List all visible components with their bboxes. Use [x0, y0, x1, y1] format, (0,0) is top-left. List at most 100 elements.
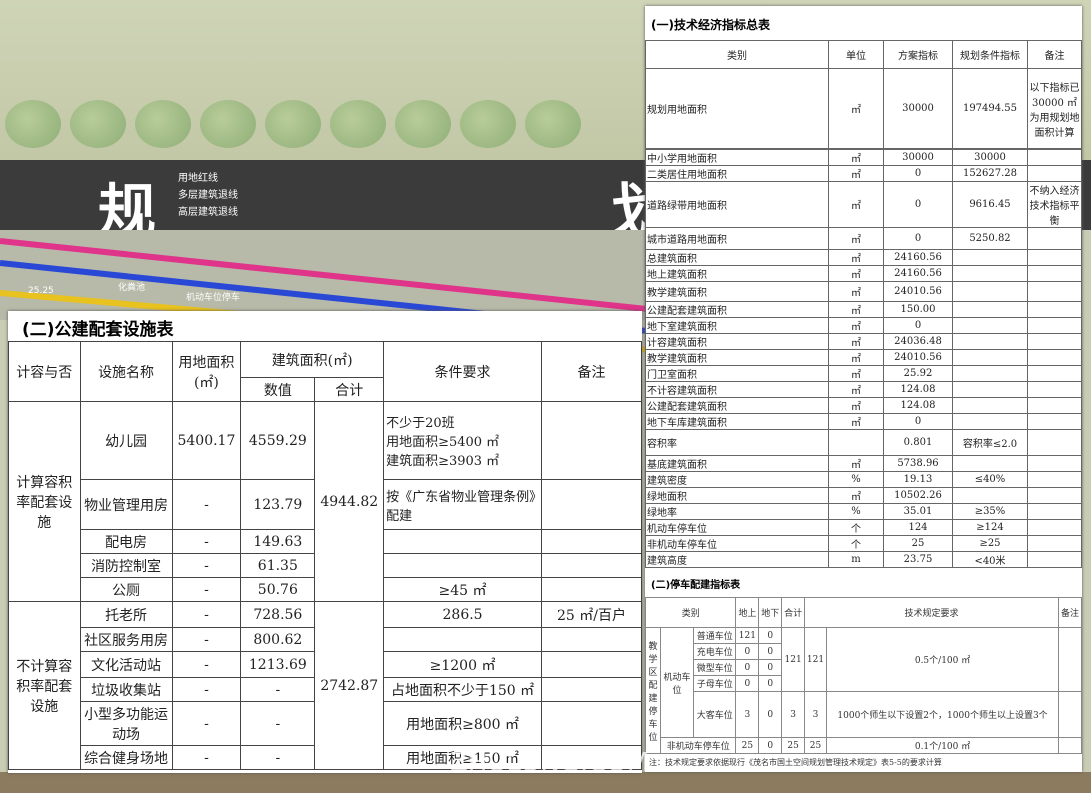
row-required — [952, 455, 1028, 472]
note — [541, 651, 642, 678]
facility-name: 公厕 — [79, 577, 173, 602]
row-note — [1027, 333, 1082, 350]
tree-icon — [135, 100, 191, 148]
row-note — [1027, 487, 1082, 504]
table-row: 门卫室面积㎡ 25.92 — [645, 365, 1082, 382]
row-unit: ㎡ — [828, 317, 884, 334]
row-required: 197494.55 — [952, 68, 1028, 149]
land-area: - — [171, 577, 242, 602]
header-cell: 方案指标 — [883, 40, 953, 69]
type: 大客车位 — [692, 691, 737, 738]
above: 0 — [735, 659, 760, 676]
table-row: 建筑高度 m 23.75 <40米 — [645, 551, 1082, 568]
note — [541, 701, 642, 746]
table-row: 城市道路用地面积㎡ 0 5250.82 — [645, 227, 1082, 250]
row-label: 地下车库建筑面积 — [645, 413, 829, 430]
note — [541, 401, 642, 480]
row-note — [1027, 349, 1082, 366]
land-area: - — [171, 745, 242, 770]
group-total: 4944.82 — [314, 401, 385, 602]
land-area: - — [171, 627, 242, 652]
row-unit: ㎡ — [828, 365, 884, 382]
row-note — [1027, 265, 1082, 282]
row-label: 建筑密度 — [645, 471, 829, 488]
row-label: 不计容建筑面积 — [645, 381, 829, 398]
tree-icon — [330, 100, 386, 148]
facility-name: 托老所 — [79, 601, 173, 628]
build-area: 61.35 — [240, 553, 316, 578]
row-plan: 10502.26 — [883, 487, 953, 504]
plan-label: 停车 — [222, 293, 241, 303]
facility-table: 计容与否 设施名称 用地面积(㎡) 建筑面积(㎡) 条件要求 备注 数值 合计 … — [8, 341, 642, 770]
row-note — [1027, 551, 1082, 568]
group-label: 教学区配建停车位 — [645, 627, 661, 754]
above: 0 — [735, 675, 760, 692]
row-unit: ㎡ — [828, 333, 884, 350]
row-unit: ㎡ — [828, 265, 884, 282]
requirement: ≥1200 ㎡ — [383, 651, 543, 678]
row-plan: 124.08 — [883, 397, 953, 414]
row-label: 容积率 — [645, 429, 829, 456]
build-area: 728.56 — [240, 601, 316, 628]
build-area: 123.79 — [240, 479, 316, 530]
site-plan: 25.25 化粪池 机动车位 停车 — [0, 230, 650, 353]
land-area: - — [171, 701, 242, 746]
row-unit: % — [828, 503, 884, 520]
row-note: 以下指标已30000 ㎡为用规划地面积计算 — [1027, 68, 1082, 149]
row-unit: ㎡ — [828, 487, 884, 504]
row-plan: 25 — [883, 535, 953, 552]
land-area: - — [171, 677, 242, 702]
land-area: - — [171, 529, 242, 554]
type: 子母车位 — [692, 675, 737, 692]
group-label: 不计算容积率配套设施 — [8, 601, 81, 770]
above: 121 — [735, 627, 760, 644]
tree-icon — [5, 100, 61, 148]
total: 121 — [781, 627, 806, 692]
row-label: 道路绿带用地面积 — [645, 181, 829, 228]
row-unit: ㎡ — [828, 397, 884, 414]
row-label: 总建筑面积 — [645, 249, 829, 266]
facility-name: 物业管理用房 — [79, 479, 173, 530]
note — [541, 677, 642, 702]
req: 0.5个/100 ㎡ — [825, 627, 1060, 692]
legend-item: 多层建筑退线 — [178, 190, 238, 201]
header-cell: 类别 — [644, 597, 737, 628]
row-note — [1027, 503, 1082, 520]
parking-table-title: (二)停车配建指标表 — [651, 580, 741, 591]
row-required: <40米 — [952, 551, 1028, 568]
note — [541, 553, 642, 578]
row-label: 教学建筑面积 — [645, 349, 829, 366]
build-area: - — [240, 677, 316, 702]
header-cell: 备注 — [1027, 40, 1082, 69]
facility-name: 综合健身场地 — [79, 745, 173, 770]
header-cell: 单位 — [828, 40, 884, 69]
requirement-extra: 25 ㎡/百户 — [541, 601, 642, 628]
table-row: 机动车停车位个 124 ≥124 — [645, 519, 1082, 536]
row-plan: 19.13 — [883, 471, 953, 488]
row-plan: 30000 — [883, 68, 953, 149]
row-required: 30000 — [952, 149, 1028, 166]
row-plan: 24160.56 — [883, 265, 953, 282]
row-required: ≥124 — [952, 519, 1028, 536]
table-row: 道路绿带用地面积㎡ 0 9616.45 不纳入经济技术指标平衡 — [645, 181, 1082, 228]
row-required — [952, 281, 1028, 302]
facility-name: 消防控制室 — [79, 553, 173, 578]
req: 1000个师生以下设置2个，1000个师生以上设置3个 — [825, 691, 1060, 738]
row-label: 地下室建筑面积 — [645, 317, 829, 334]
parking-note: 注：技术规定要求依据现行《茂名市国土空间规划管理技术规定》表5-5的要求计算 — [649, 758, 942, 767]
row-required — [952, 301, 1028, 318]
group-total: 2742.87 — [314, 601, 385, 770]
row-unit: 个 — [828, 519, 884, 536]
row-unit: ㎡ — [828, 149, 884, 166]
row-required — [952, 381, 1028, 398]
row-note: 不纳入经济技术指标平衡 — [1027, 181, 1082, 228]
row-note — [1027, 301, 1082, 318]
row-unit: % — [828, 471, 884, 488]
facility-name: 文化活动站 — [79, 651, 173, 678]
below: 0 — [758, 627, 783, 644]
row-required — [952, 487, 1028, 504]
note — [541, 479, 642, 530]
row-label: 公建配套建筑面积 — [645, 301, 829, 318]
below: 0 — [758, 659, 783, 676]
row-note — [1027, 455, 1082, 472]
